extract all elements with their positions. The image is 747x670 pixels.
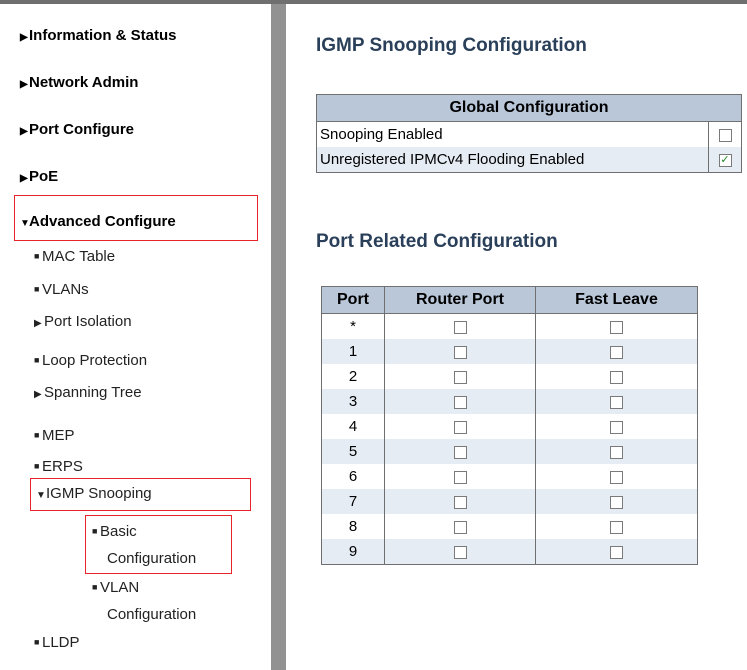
triangle-right-icon: ▶ [20,32,28,43]
sidebar-item-port-isolation[interactable]: ▶ Port Isolation [34,313,132,330]
port-config-table: Port Router Port Fast Leave * 1 2 3 4 5 6 7 8 9 [321,286,698,565]
port-number: 5 [321,439,385,464]
bullet-icon: ■ [34,284,40,294]
menu-advanced-configure[interactable]: ▼Advanced Configure [20,213,176,230]
table-row: 4 [321,414,698,439]
port-number: 6 [321,464,385,489]
menu-poe[interactable]: ▶PoE [20,168,58,185]
snooping-enabled-label: Snooping Enabled [316,121,709,147]
triangle-right-icon: ▶ [20,79,28,90]
bullet-icon: ■ [92,526,98,536]
column-header-port: Port [321,286,385,314]
main-content: IGMP Snooping Configuration Global Confi… [286,4,747,670]
fast-leave-checkbox[interactable] [610,545,623,559]
router-port-checkbox[interactable] [453,345,467,359]
sidebar-item-loop-protection[interactable]: ■ Loop Protection [34,352,147,369]
sidebar-item-mep[interactable]: ■ MEP [34,427,75,444]
router-port-checkbox[interactable] [453,370,467,384]
triangle-right-icon: ▶ [20,126,28,137]
fast-leave-checkbox[interactable] [610,495,623,509]
fast-leave-checkbox[interactable] [610,345,623,359]
table-row: Unregistered IPMCv4 Flooding Enabled ✓ [316,147,742,173]
triangle-down-icon: ▼ [20,218,30,229]
menu-port-configure[interactable]: ▶Port Configure [20,121,134,138]
fast-leave-checkbox[interactable] [610,470,623,484]
menu-label: Port Configure [29,121,134,138]
menu-label: Network Admin [29,74,139,91]
fast-leave-checkbox[interactable] [610,445,623,459]
router-port-checkbox[interactable] [453,545,467,559]
column-header-fast-leave: Fast Leave [535,286,698,314]
page-title: IGMP Snooping Configuration [316,35,587,56]
fast-leave-checkbox[interactable] [610,320,623,334]
triangle-right-icon: ▶ [20,173,28,184]
bullet-icon: ■ [34,461,40,471]
fast-leave-checkbox[interactable] [610,395,623,409]
port-number: 7 [321,489,385,514]
bullet-icon: ■ [34,430,40,440]
bullet-icon: ■ [34,251,40,261]
bullet-icon: ■ [34,637,40,647]
table-row: 1 [321,339,698,364]
menu-label: Information & Status [29,27,177,44]
table-row: Snooping Enabled [316,121,742,147]
sidebar-item-erps[interactable]: ■ ERPS [34,458,83,475]
table-row: 3 [321,389,698,414]
sidebar-item-vlan-configuration[interactable]: ■ VLAN Configuration [92,575,196,627]
table-row: 7 [321,489,698,514]
column-header-router-port: Router Port [384,286,536,314]
port-number: 8 [321,514,385,539]
router-port-checkbox[interactable] [453,445,467,459]
table-row: * [321,313,698,339]
router-port-checkbox[interactable] [453,420,467,434]
sidebar-item-basic-configuration[interactable]: ■ Basic Configuration [92,519,196,571]
router-port-checkbox[interactable] [453,495,467,509]
fast-leave-checkbox[interactable] [610,370,623,384]
router-port-checkbox[interactable] [453,470,467,484]
global-config-header: Global Configuration [316,94,742,122]
triangle-right-icon: ▶ [34,389,42,400]
menu-label: Advanced Configure [29,213,176,230]
frame-divider [271,4,286,670]
router-port-checkbox[interactable] [453,320,467,334]
triangle-down-icon: ▼ [36,490,46,501]
port-number: 2 [321,364,385,389]
port-number: 3 [321,389,385,414]
sidebar-item-lldp[interactable]: ■ LLDP [34,634,80,651]
bullet-icon: ■ [34,355,40,365]
table-row: 5 [321,439,698,464]
sidebar-item-igmp-snooping[interactable]: ▼IGMP Snooping [36,485,152,502]
menu-information-status[interactable]: ▶Information & Status [20,27,177,44]
sidebar: ▶Information & Status ▶Network Admin ▶Po… [0,4,271,670]
snooping-enabled-checkbox[interactable] [718,128,732,142]
table-row: 6 [321,464,698,489]
flooding-enabled-label: Unregistered IPMCv4 Flooding Enabled [316,147,709,173]
port-number: 9 [321,539,385,565]
fast-leave-checkbox[interactable] [610,520,623,534]
menu-label: PoE [29,168,59,185]
table-row: 2 [321,364,698,389]
router-port-checkbox[interactable] [453,520,467,534]
sidebar-item-vlans[interactable]: ■ VLANs [34,281,89,298]
sidebar-item-spanning-tree[interactable]: ▶ Spanning Tree [34,384,142,401]
table-row: 9 [321,539,698,565]
router-port-checkbox[interactable] [453,395,467,409]
port-section-title: Port Related Configuration [316,231,558,252]
global-config-table: Global Configuration Snooping Enabled Un… [316,94,742,173]
fast-leave-checkbox[interactable] [610,420,623,434]
bullet-icon: ■ [92,582,98,592]
table-row: 8 [321,514,698,539]
flooding-enabled-checkbox[interactable]: ✓ [718,153,732,167]
triangle-right-icon: ▶ [34,318,42,329]
sidebar-item-mac-table[interactable]: ■ MAC Table [34,248,115,265]
port-number: 4 [321,414,385,439]
port-number: * [321,313,385,339]
menu-network-admin[interactable]: ▶Network Admin [20,74,138,91]
port-number: 1 [321,339,385,364]
